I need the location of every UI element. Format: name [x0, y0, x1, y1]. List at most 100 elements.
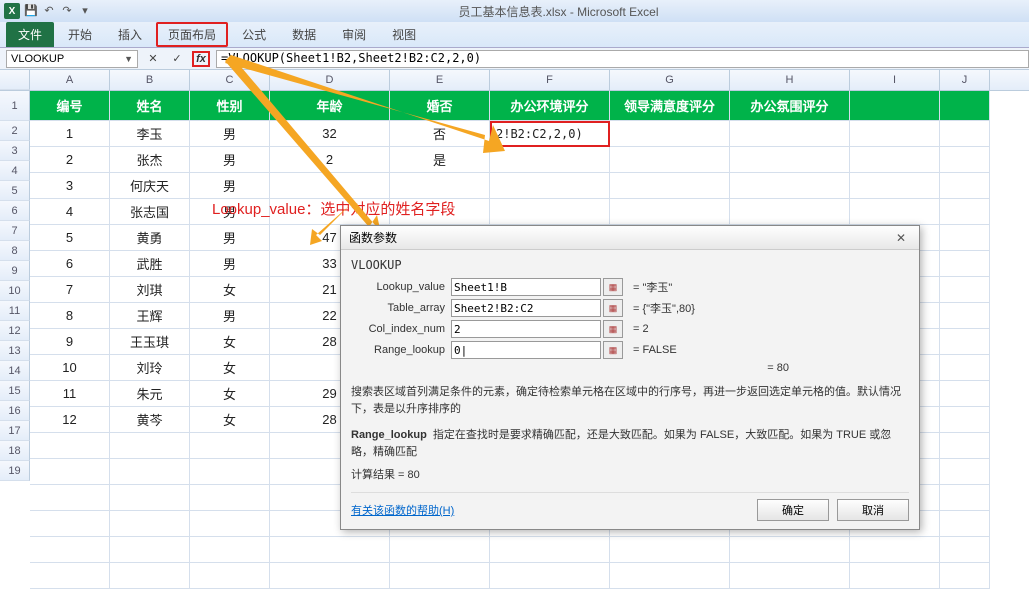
row-header-7[interactable]: 7	[0, 221, 30, 241]
cell[interactable]: 4	[30, 199, 110, 225]
cell[interactable]: 是	[390, 147, 490, 173]
cell[interactable]	[850, 147, 940, 173]
row-header-8[interactable]: 8	[0, 241, 30, 261]
redo-icon[interactable]: ↷	[60, 4, 74, 18]
cell[interactable]: 男	[190, 173, 270, 199]
cell[interactable]: 9	[30, 329, 110, 355]
header-cell[interactable]: 领导满意度评分	[610, 91, 730, 121]
header-cell[interactable]: 姓名	[110, 91, 190, 121]
cell[interactable]	[610, 199, 730, 225]
cell[interactable]	[490, 563, 610, 589]
cell[interactable]: 男	[190, 225, 270, 251]
cell[interactable]	[390, 199, 490, 225]
header-cell[interactable]: 性别	[190, 91, 270, 121]
cell[interactable]	[390, 563, 490, 589]
cell[interactable]: 男	[190, 199, 270, 225]
row-header-3[interactable]: 3	[0, 141, 30, 161]
cell[interactable]	[110, 537, 190, 563]
tab-insert[interactable]: 插入	[106, 22, 154, 47]
row-header-15[interactable]: 15	[0, 381, 30, 401]
cell[interactable]: 何庆天	[110, 173, 190, 199]
cell[interactable]	[940, 147, 990, 173]
row-header-1[interactable]: 1	[0, 91, 30, 121]
cell[interactable]: 王辉	[110, 303, 190, 329]
header-cell[interactable]: 年龄	[270, 91, 390, 121]
cell[interactable]	[110, 563, 190, 589]
cell[interactable]	[270, 563, 390, 589]
cell[interactable]	[940, 459, 990, 485]
function-help-link[interactable]: 有关该函数的帮助(H)	[351, 502, 454, 518]
cell[interactable]: 男	[190, 251, 270, 277]
cell[interactable]	[940, 563, 990, 589]
cell[interactable]: 武胜	[110, 251, 190, 277]
cell[interactable]: 朱元	[110, 381, 190, 407]
cell[interactable]: 张志国	[110, 199, 190, 225]
col-header-C[interactable]: C	[190, 70, 270, 90]
cell[interactable]	[730, 121, 850, 147]
cell[interactable]	[190, 537, 270, 563]
row-header-14[interactable]: 14	[0, 361, 30, 381]
cell[interactable]	[850, 537, 940, 563]
col-header-F[interactable]: F	[490, 70, 610, 90]
cell[interactable]: 女	[190, 381, 270, 407]
cell[interactable]: 刘玲	[110, 355, 190, 381]
cell[interactable]	[940, 329, 990, 355]
cancel-formula-icon[interactable]: ✕	[144, 51, 162, 67]
cancel-button[interactable]: 取消	[837, 499, 909, 521]
select-all-corner[interactable]	[0, 70, 30, 90]
cell[interactable]: 男	[190, 121, 270, 147]
cell[interactable]: 11	[30, 381, 110, 407]
cell[interactable]	[940, 199, 990, 225]
row-header-19[interactable]: 19	[0, 461, 30, 481]
cell[interactable]	[110, 511, 190, 537]
row-header-17[interactable]: 17	[0, 421, 30, 441]
confirm-formula-icon[interactable]: ✓	[168, 51, 186, 67]
undo-icon[interactable]: ↶	[42, 4, 56, 18]
cell[interactable]	[940, 407, 990, 433]
col-header-B[interactable]: B	[110, 70, 190, 90]
row-header-9[interactable]: 9	[0, 261, 30, 281]
cell[interactable]: 1	[30, 121, 110, 147]
cell[interactable]	[110, 459, 190, 485]
cell[interactable]	[940, 381, 990, 407]
cell[interactable]	[610, 147, 730, 173]
cell[interactable]	[490, 537, 610, 563]
save-icon[interactable]: 💾	[24, 4, 38, 18]
range-picker-icon[interactable]: ▦	[603, 278, 623, 296]
col-header-G[interactable]: G	[610, 70, 730, 90]
cell[interactable]	[190, 563, 270, 589]
cell[interactable]: 张杰	[110, 147, 190, 173]
cell[interactable]: 李玉	[110, 121, 190, 147]
col-header-E[interactable]: E	[390, 70, 490, 90]
cell[interactable]	[940, 225, 990, 251]
ok-button[interactable]: 确定	[757, 499, 829, 521]
tab-review[interactable]: 审阅	[330, 22, 378, 47]
tab-home[interactable]: 开始	[56, 22, 104, 47]
file-tab[interactable]: 文件	[6, 22, 54, 47]
range-picker-icon[interactable]: ▦	[603, 299, 623, 317]
name-box-dropdown-icon[interactable]: ▼	[124, 54, 133, 64]
cell[interactable]: 女	[190, 407, 270, 433]
row-header-16[interactable]: 16	[0, 401, 30, 421]
param-input-Lookup_value[interactable]	[451, 278, 601, 296]
cell[interactable]: 女	[190, 277, 270, 303]
cell[interactable]	[490, 199, 610, 225]
cell[interactable]	[940, 121, 990, 147]
row-header-11[interactable]: 11	[0, 301, 30, 321]
cell[interactable]: 黄芩	[110, 407, 190, 433]
cell[interactable]: 男	[190, 303, 270, 329]
insert-function-icon[interactable]: fx	[192, 51, 210, 67]
cell[interactable]	[730, 173, 850, 199]
row-header-10[interactable]: 10	[0, 281, 30, 301]
row-header-18[interactable]: 18	[0, 441, 30, 461]
cell[interactable]	[390, 173, 490, 199]
range-picker-icon[interactable]: ▦	[603, 341, 623, 359]
cell[interactable]	[610, 563, 730, 589]
dialog-titlebar[interactable]: 函数参数 ✕	[341, 226, 919, 250]
cell[interactable]: 7	[30, 277, 110, 303]
cell[interactable]	[850, 121, 940, 147]
param-input-Col_index_num[interactable]	[451, 320, 601, 338]
cell[interactable]	[190, 433, 270, 459]
cell[interactable]	[730, 199, 850, 225]
cell[interactable]	[940, 433, 990, 459]
